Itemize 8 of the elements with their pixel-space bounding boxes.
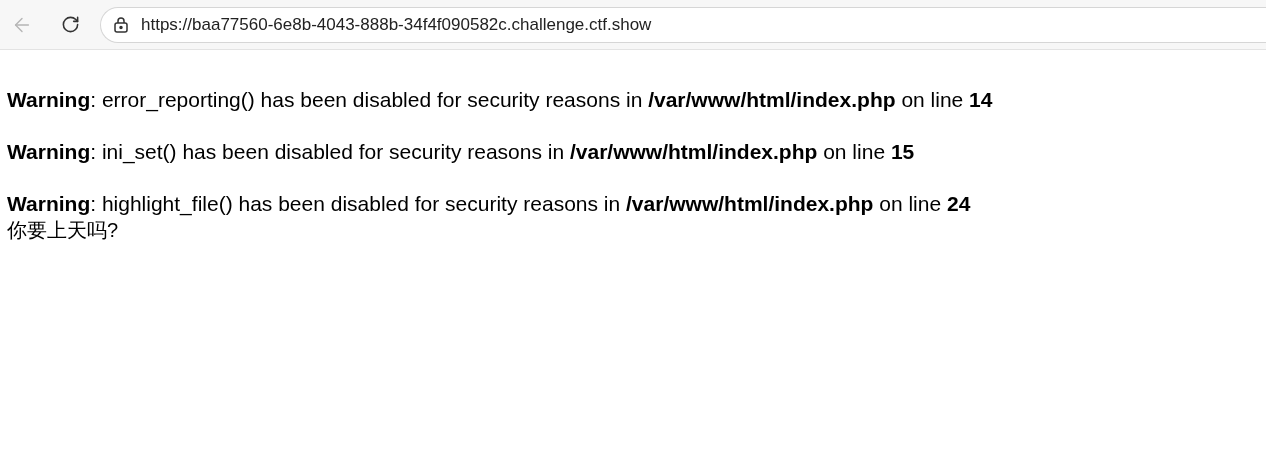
reload-icon <box>60 15 80 34</box>
url-text: https://baa77560-6e8b-4043-888b-34f4f090582c.challenge.ctf.show <box>141 13 652 36</box>
warning-message: Warning: error_reporting() has been disabled for security reasons in /var/www/html/index.php on line 14 <box>7 87 994 113</box>
warning-message: Warning: highlight_file() has been disabled for security reasons in /var/www/html/index.php on line 24 <box>7 191 972 217</box>
address-bar[interactable]: https://baa77560-6e8b-4043-888b-34f4f090582c.challenge.ctf.show <box>100 6 1266 43</box>
warning-message: Warning: ini_set() has been disabled for security reasons in /var/www/html/index.php on line 15 <box>7 139 916 165</box>
lock-icon <box>113 16 129 33</box>
output-text: 你要上天吗? <box>7 218 120 243</box>
